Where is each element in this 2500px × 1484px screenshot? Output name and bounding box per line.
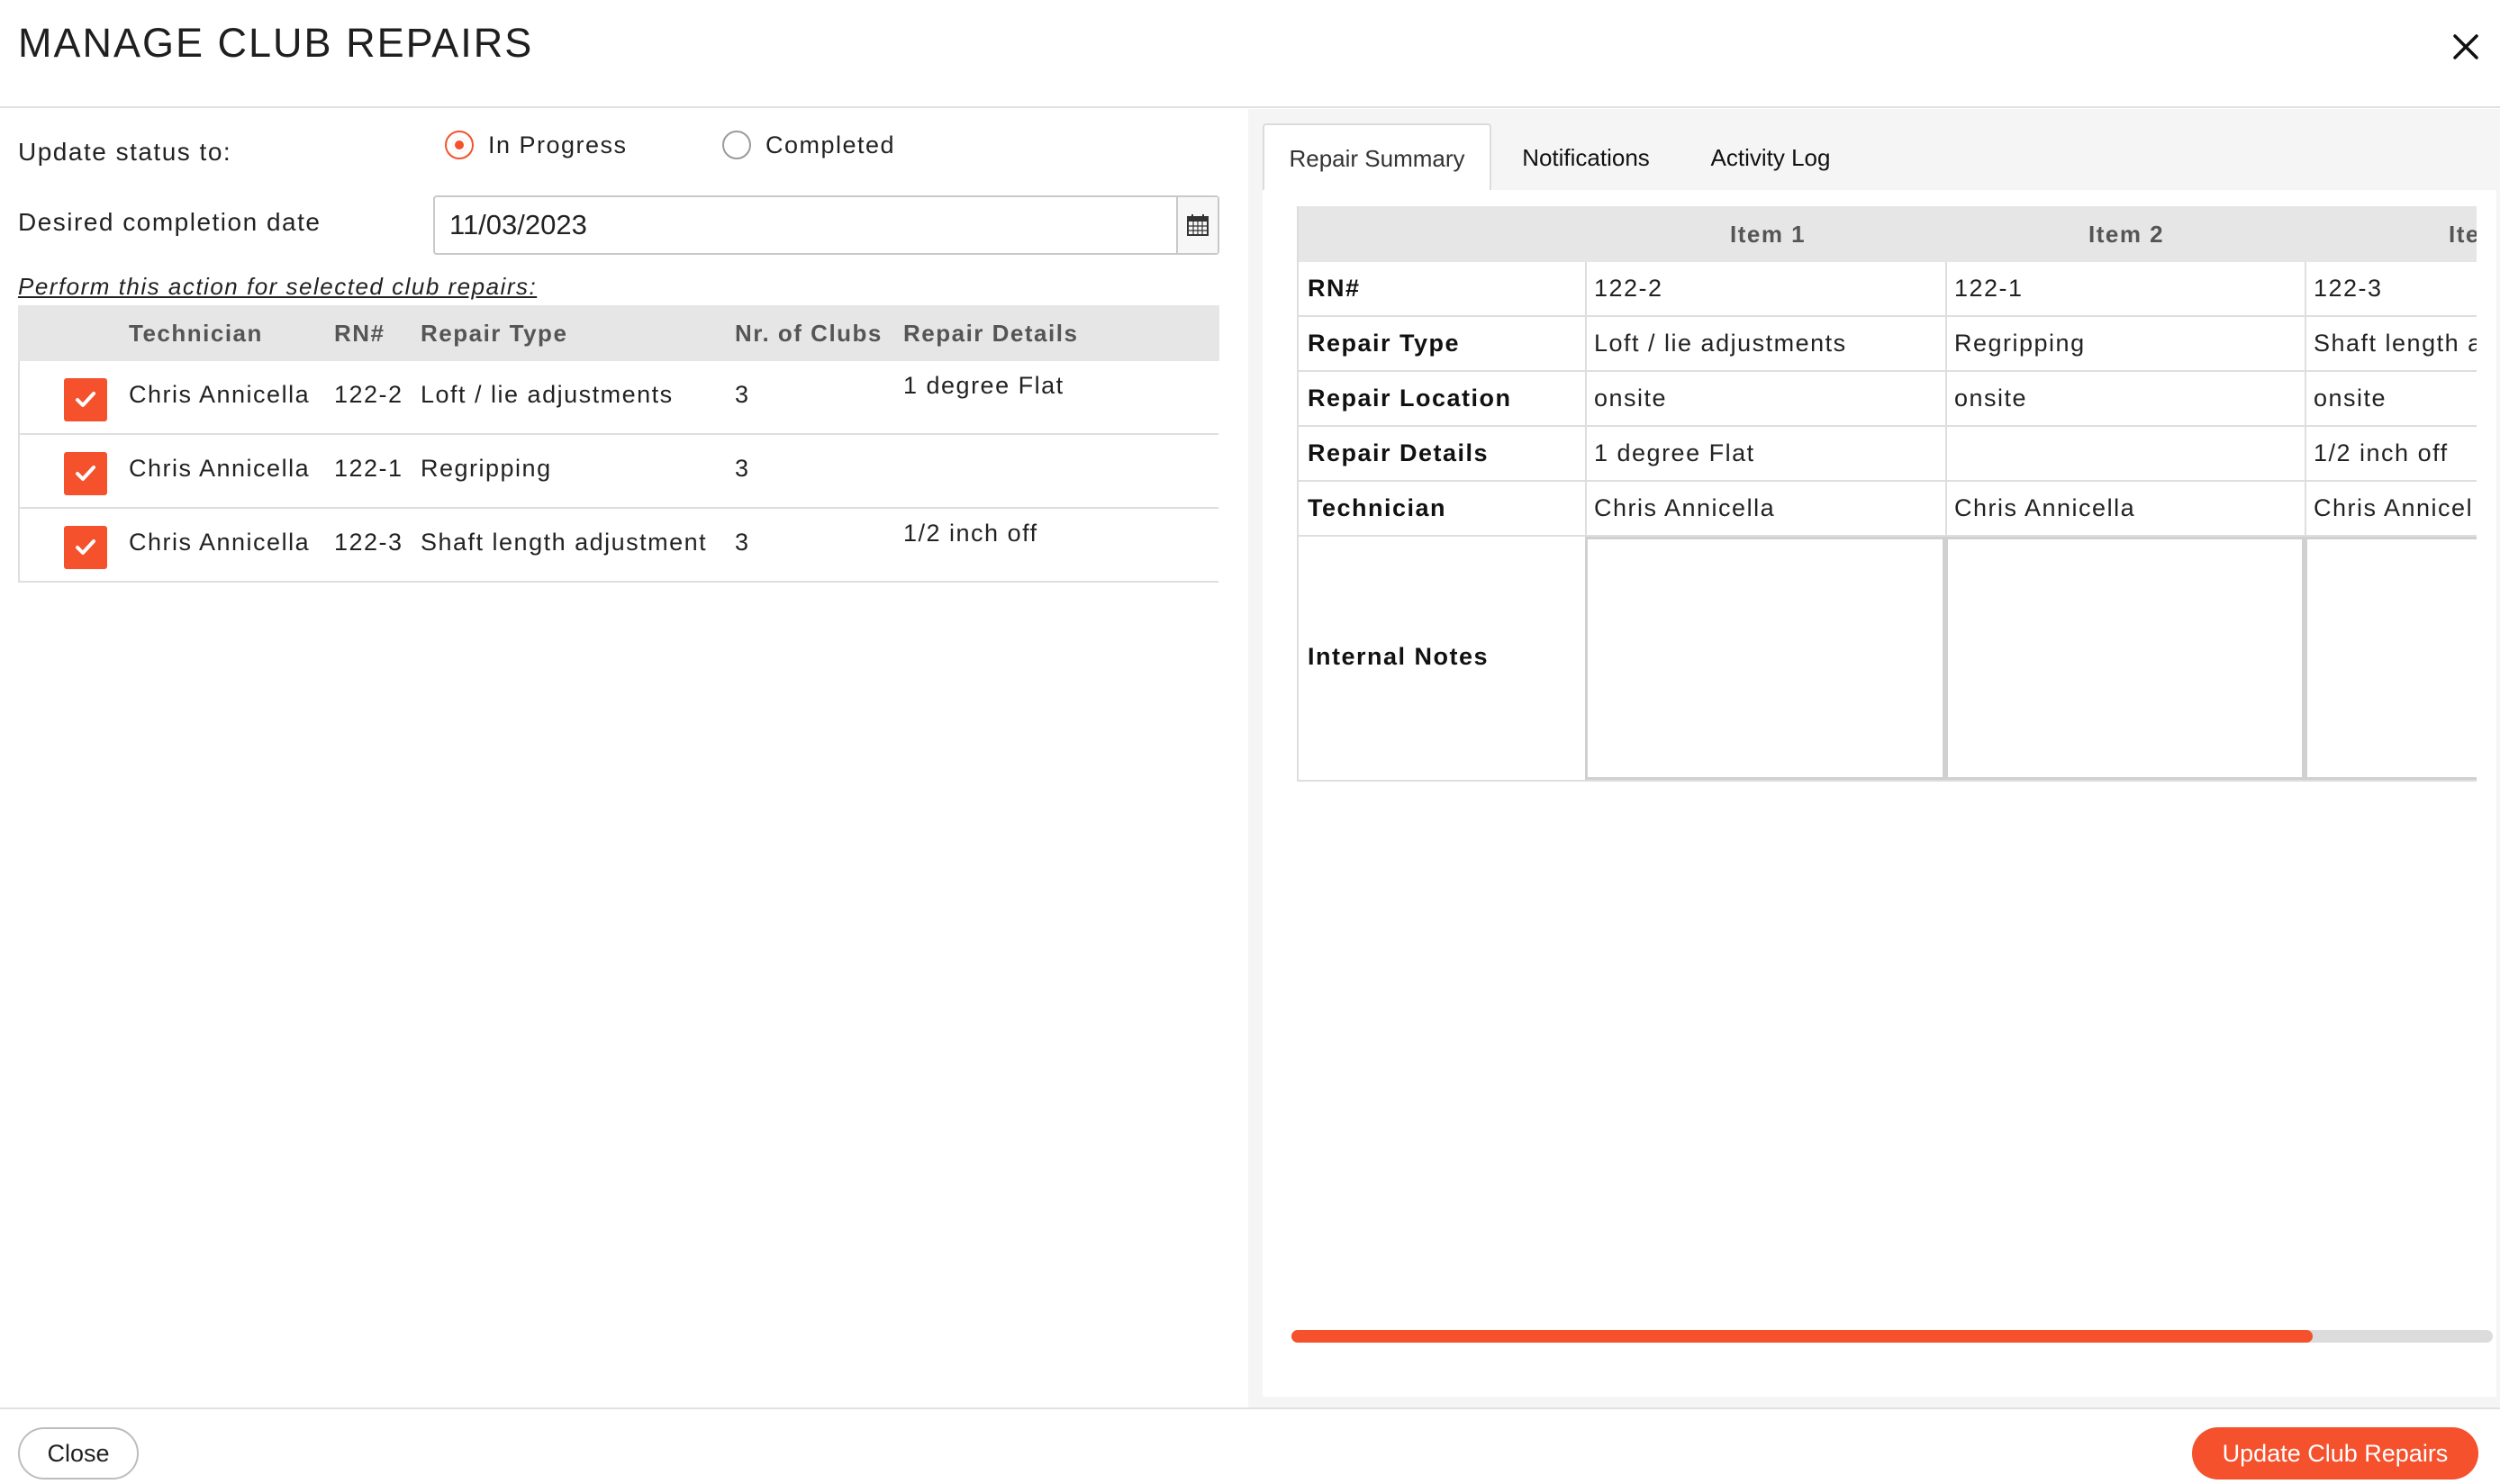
row-rn: 122-1 <box>334 455 403 482</box>
grid-header-item-3: Ite <box>2449 221 2477 248</box>
grid-cell: onsite <box>2314 385 2387 412</box>
dialog-title: MANAGE CLUB REPAIRS <box>18 20 534 66</box>
repair-summary-panel: Item 1 Item 2 Ite RN# 122-2 122-1 122-3 … <box>1263 190 2496 1397</box>
row-rn: 122-2 <box>334 381 403 408</box>
grid-cell: Chris Annicel <box>2314 494 2474 521</box>
grid-cell: Chris Annicella <box>1954 494 2136 521</box>
row-checkbox[interactable] <box>64 452 107 495</box>
grid-row-label: Repair Location <box>1308 385 1512 412</box>
calendar-button[interactable] <box>1176 197 1218 253</box>
column-header-repair-type: Repair Type <box>421 320 568 347</box>
close-button[interactable]: Close <box>18 1427 139 1479</box>
row-technician: Chris Annicella <box>129 529 311 556</box>
grid-header: Item 1 Item 2 Ite <box>1297 206 2477 262</box>
grid-header-item-2: Item 2 <box>2088 221 2165 248</box>
internal-notes-item-1[interactable] <box>1585 537 1945 780</box>
grid-cell: onsite <box>1594 385 1668 412</box>
radio-label: In Progress <box>488 131 628 158</box>
row-checkbox[interactable] <box>64 378 107 421</box>
radio-selected-icon <box>445 131 474 159</box>
update-club-repairs-button[interactable]: Update Club Repairs <box>2192 1427 2478 1479</box>
row-rn: 122-3 <box>334 529 403 556</box>
column-header-technician: Technician <box>129 320 263 347</box>
row-clubs: 3 <box>735 529 750 556</box>
radio-unselected-icon <box>722 131 751 159</box>
tab-repair-summary[interactable]: Repair Summary <box>1263 123 1491 192</box>
selection-instruction: Perform this action for selected club re… <box>18 273 538 300</box>
grid-row-repair-location: Repair Location onsite onsite onsite <box>1297 372 2477 427</box>
horizontal-scrollbar[interactable] <box>1291 1330 2493 1343</box>
row-repair-type: Regripping <box>421 455 552 482</box>
internal-notes-item-2[interactable] <box>1945 537 2305 780</box>
table-row: Chris Annicella 122-1 Regripping 3 <box>18 435 1219 509</box>
grid-cell: 1 degree Flat <box>1594 439 1755 466</box>
grid-row-label: RN# <box>1308 275 1361 302</box>
grid-row-label: Internal Notes <box>1308 643 1490 670</box>
grid-row-label: Repair Details <box>1308 439 1490 466</box>
row-clubs: 3 <box>735 455 750 482</box>
grid-row-repair-details: Repair Details 1 degree Flat 1/2 inch of… <box>1297 427 2477 482</box>
table-header: Technician RN# Repair Type Nr. of Clubs … <box>18 305 1219 361</box>
row-technician: Chris Annicella <box>129 381 311 408</box>
grid-cell: Loft / lie adjustments <box>1594 330 1847 357</box>
column-header-rn: RN# <box>334 320 385 347</box>
row-repair-details: 1 degree Flat <box>903 372 1064 399</box>
grid-row-internal-notes: Internal Notes <box>1297 537 2477 782</box>
completion-date-label: Desired completion date <box>18 208 322 236</box>
check-icon <box>76 392 95 407</box>
update-form-pane: Update status to: In Progress Completed … <box>0 109 1248 1407</box>
close-icon[interactable] <box>2446 27 2486 67</box>
status-label: Update status to: <box>18 138 232 166</box>
completion-date-input[interactable] <box>435 197 1176 253</box>
internal-notes-item-3[interactable] <box>2305 537 2477 780</box>
status-radio-completed[interactable]: Completed <box>722 127 895 163</box>
grid-row-technician: Technician Chris Annicella Chris Annicel… <box>1297 482 2477 537</box>
grid-cell: Regripping <box>1954 330 2086 357</box>
row-technician: Chris Annicella <box>129 455 311 482</box>
grid-cell: 122-1 <box>1954 275 2024 302</box>
repair-summary-grid: Item 1 Item 2 Ite RN# 122-2 122-1 122-3 … <box>1297 206 2477 782</box>
grid-cell: 122-2 <box>1594 275 1663 302</box>
grid-row-label: Repair Type <box>1308 330 1461 357</box>
grid-cell: 1/2 inch off <box>2314 439 2449 466</box>
grid-row-repair-type: Repair Type Loft / lie adjustments Regri… <box>1297 317 2477 372</box>
radio-label: Completed <box>765 131 896 158</box>
completion-date-field <box>433 195 1219 255</box>
grid-row-rn: RN# 122-2 122-1 122-3 <box>1297 262 2477 317</box>
row-repair-details: 1/2 inch off <box>903 520 1038 547</box>
grid-row-label: Technician <box>1308 494 1447 521</box>
grid-cell: Chris Annicella <box>1594 494 1776 521</box>
row-checkbox[interactable] <box>64 526 107 569</box>
column-header-repair-details: Repair Details <box>903 320 1079 347</box>
check-icon <box>76 466 95 481</box>
dialog-header: MANAGE CLUB REPAIRS <box>0 0 2500 108</box>
selected-repairs-table: Technician RN# Repair Type Nr. of Clubs … <box>18 305 1219 583</box>
table-row: Chris Annicella 122-2 Loft / lie adjustm… <box>18 361 1219 435</box>
status-radio-in-progress[interactable]: In Progress <box>445 127 628 163</box>
details-pane: Repair Summary Notifications Activity Lo… <box>1248 109 2500 1407</box>
row-clubs: 3 <box>735 381 750 408</box>
table-row: Chris Annicella 122-3 Shaft length adjus… <box>18 509 1219 583</box>
row-repair-type: Shaft length adjustment <box>421 529 708 556</box>
grid-header-item-1: Item 1 <box>1730 221 1807 248</box>
scrollbar-thumb[interactable] <box>1291 1330 2313 1343</box>
tab-notifications[interactable]: Notifications <box>1491 123 1680 192</box>
tab-activity-log[interactable]: Activity Log <box>1680 123 1861 192</box>
column-header-clubs: Nr. of Clubs <box>735 320 883 347</box>
calendar-icon <box>1187 214 1209 236</box>
dialog-footer: Close Update Club Repairs <box>0 1407 2500 1484</box>
grid-cell: 122-3 <box>2314 275 2383 302</box>
grid-cell: Shaft length a <box>2314 330 2477 357</box>
grid-cell: onsite <box>1954 385 2028 412</box>
check-icon <box>76 539 95 555</box>
row-repair-type: Loft / lie adjustments <box>421 381 674 408</box>
